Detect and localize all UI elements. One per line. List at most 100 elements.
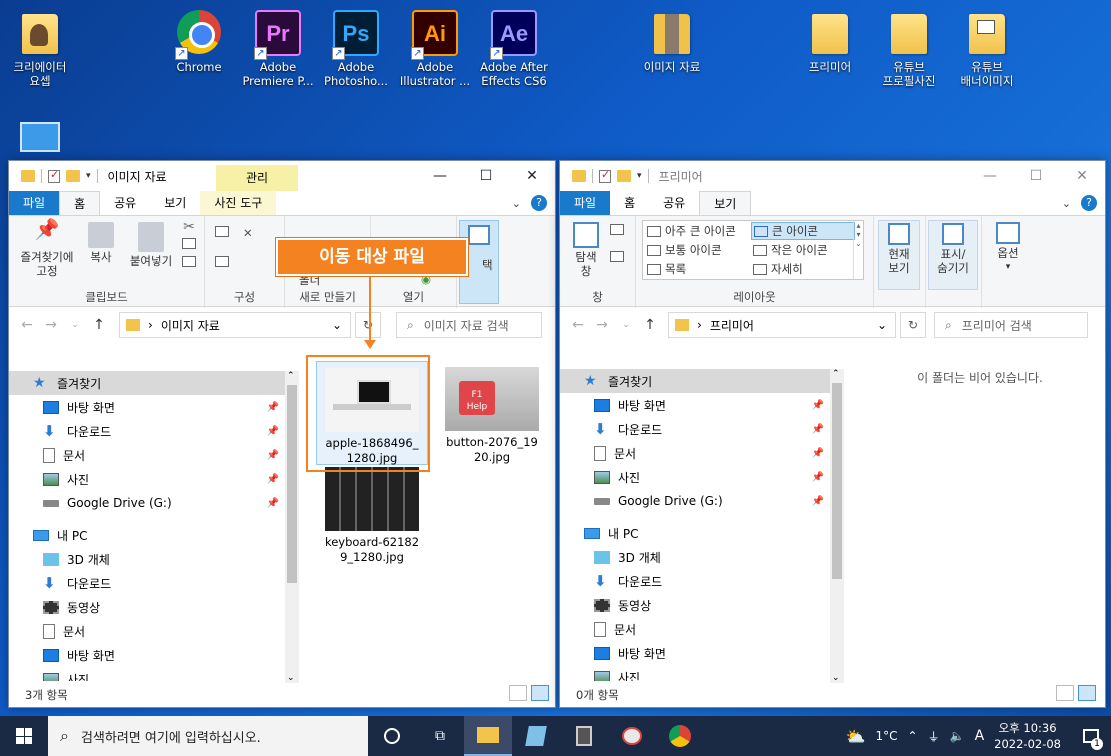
weather-icon[interactable]: ⛅ (846, 727, 866, 746)
details-view-button[interactable] (509, 685, 527, 701)
nav-item[interactable]: 바탕 화면 (560, 641, 830, 665)
help-icon[interactable]: ? (531, 195, 547, 211)
desktop-icon-premiere[interactable]: Pr ↗ Adobe Premiere P... (242, 4, 314, 88)
current-view-button[interactable]: 현재 보기 (878, 220, 920, 290)
notes-taskbar-button[interactable] (512, 716, 560, 756)
layout-medium[interactable]: 보통 아이콘 (647, 242, 722, 258)
help-icon[interactable]: ? (1081, 195, 1097, 211)
layout-list[interactable]: 목록 (647, 261, 686, 277)
nav-item[interactable]: Google Drive (G:) 📌 (560, 489, 830, 513)
desktop-icon-creator[interactable]: 크리에이터 요셉 (4, 4, 76, 88)
nav-item[interactable]: ⬇ 다운로드 📌 (9, 419, 285, 443)
nav-item[interactable]: ⬇ 다운로드 (9, 571, 285, 595)
forward-button[interactable]: → (39, 317, 63, 333)
nav-item[interactable]: 사진 📌 (560, 465, 830, 489)
options-button[interactable]: 옵션 ▾ (986, 222, 1030, 274)
back-button[interactable]: ← (566, 317, 590, 333)
nav-scrollbar[interactable]: ⌃ ⌄ (830, 369, 844, 683)
copy-path-icon[interactable] (182, 238, 196, 249)
nav-item[interactable]: 3D 개체 (560, 545, 830, 569)
desktop-icon-image-folder[interactable]: 이미지 자료 (636, 4, 708, 74)
preview-pane-icon[interactable] (610, 224, 624, 235)
nav-item[interactable]: 문서 (560, 617, 830, 641)
calculator-taskbar-button[interactable] (560, 716, 608, 756)
up-button[interactable]: ↑ (638, 317, 662, 333)
tab-file[interactable]: 파일 (9, 191, 60, 215)
paint-taskbar-button[interactable] (608, 716, 656, 756)
cut-button[interactable]: ✂ (179, 220, 199, 270)
chevron-down-icon[interactable]: ⌄ (1062, 197, 1071, 210)
new-folder-icon[interactable] (66, 170, 80, 182)
up-button[interactable]: ↑ (87, 317, 111, 333)
details-view-button[interactable] (1056, 685, 1074, 701)
title-bar[interactable]: ▾ 프리미어 — ☐ ✕ (560, 161, 1105, 191)
nav-item[interactable]: 문서 📌 (9, 443, 285, 467)
nav-item[interactable]: 사진 (9, 667, 285, 681)
paste-button[interactable]: 붙여넣기 (123, 222, 179, 268)
chevron-down-icon[interactable]: ▾ (637, 171, 642, 181)
tab-home[interactable]: 홈 (59, 191, 101, 215)
nav-item[interactable]: 3D 개체 (9, 547, 285, 571)
pin-icon[interactable]: 📌 (812, 472, 824, 483)
nav-item[interactable]: ★ 즐겨찾기 (9, 371, 285, 395)
close-button[interactable]: ✕ (509, 161, 555, 191)
speaker-icon[interactable]: 🔈 (950, 729, 965, 743)
nav-item[interactable]: ★ 즐겨찾기 (560, 369, 830, 393)
pin-icon[interactable]: 📌 (267, 402, 279, 413)
tab-home[interactable]: 홈 (610, 191, 649, 215)
layout-details[interactable]: 자세히 (753, 261, 803, 277)
pin-icon[interactable]: 📌 (267, 426, 279, 437)
address-bar[interactable]: › 이미지 자료 ⌄ (119, 312, 351, 338)
pin-icon[interactable]: 📌 (267, 450, 279, 461)
tab-picture-tools[interactable]: 사진 도구 (200, 191, 277, 215)
taskbar-search[interactable]: ⌕ 검색하려면 여기에 입력하십시오. (48, 716, 368, 756)
tab-share[interactable]: 공유 (100, 191, 150, 215)
file-explorer-taskbar-button[interactable] (464, 716, 512, 756)
maximize-button[interactable]: ☐ (463, 161, 509, 191)
address-bar[interactable]: › 프리미어 ⌄ (668, 312, 896, 338)
properties-icon[interactable] (599, 168, 611, 183)
nav-scrollbar[interactable]: ⌃ ⌄ (285, 371, 299, 683)
nav-item[interactable]: ⬇ 다운로드 (560, 569, 830, 593)
desktop-icon-youtube-profile[interactable]: 유튜브 프로필사진 (873, 4, 945, 88)
pin-icon[interactable]: 📌 (267, 474, 279, 485)
chevron-down-icon[interactable]: ⌄ (512, 197, 521, 210)
delete-icon[interactable]: ✕ (243, 226, 253, 240)
desktop-icon-photoshop[interactable]: Ps ↗ Adobe Photosho... (320, 4, 392, 88)
nav-item[interactable]: 문서 (9, 619, 285, 643)
details-pane-icon[interactable] (610, 251, 624, 262)
weather-temp[interactable]: 1°C (876, 729, 898, 743)
tab-view[interactable]: 보기 (150, 191, 200, 215)
pin-icon[interactable]: 📌 (812, 400, 824, 411)
large-icons-view-button[interactable] (1078, 685, 1096, 701)
show-hide-button[interactable]: 표시/ 숨기기 (928, 220, 978, 290)
minimize-button[interactable]: — (967, 161, 1013, 191)
desktop-icon-youtube-banner[interactable]: 유튜브 배너이미지 (951, 4, 1023, 88)
refresh-button[interactable]: ↻ (900, 312, 926, 338)
refresh-button[interactable]: ↻ (355, 312, 381, 338)
large-icons-view-button[interactable] (531, 685, 549, 701)
pin-icon[interactable]: 📌 (812, 448, 824, 459)
nav-item[interactable]: 내 PC (9, 523, 285, 547)
desktop-icon-chrome[interactable]: ↗ Chrome (163, 4, 235, 74)
search-box[interactable]: ⌕ 프리미어 검색 (934, 312, 1088, 338)
desktop-icon-after-effects[interactable]: Ae ↗ Adobe After Effects CS6 (478, 4, 550, 88)
move-to-icon[interactable] (215, 226, 229, 237)
layout-large[interactable]: 큰 아이콘 (751, 222, 855, 240)
tab-file[interactable]: 파일 (560, 191, 611, 215)
nav-item[interactable]: 바탕 화면 (9, 643, 285, 667)
back-button[interactable]: ← (15, 317, 39, 333)
network-icon[interactable]: ⏚ (928, 728, 940, 745)
new-folder-icon[interactable] (617, 170, 631, 182)
notification-button[interactable]: 1 (1071, 716, 1111, 756)
forward-button[interactable]: → (590, 317, 614, 333)
task-view-button[interactable]: ⧉ (416, 716, 464, 756)
properties-icon[interactable] (48, 168, 60, 183)
minimize-button[interactable]: — (417, 161, 463, 191)
recent-locations-button[interactable]: ⌄ (63, 320, 87, 330)
title-bar[interactable]: ▾ 이미지 자료 관리 — ☐ ✕ (9, 161, 555, 191)
nav-item[interactable]: 사진 📌 (9, 467, 285, 491)
maximize-button[interactable]: ☐ (1013, 161, 1059, 191)
navigation-pane-button[interactable]: 탐색 창 (566, 222, 606, 278)
ime-indicator[interactable]: A (975, 728, 985, 744)
